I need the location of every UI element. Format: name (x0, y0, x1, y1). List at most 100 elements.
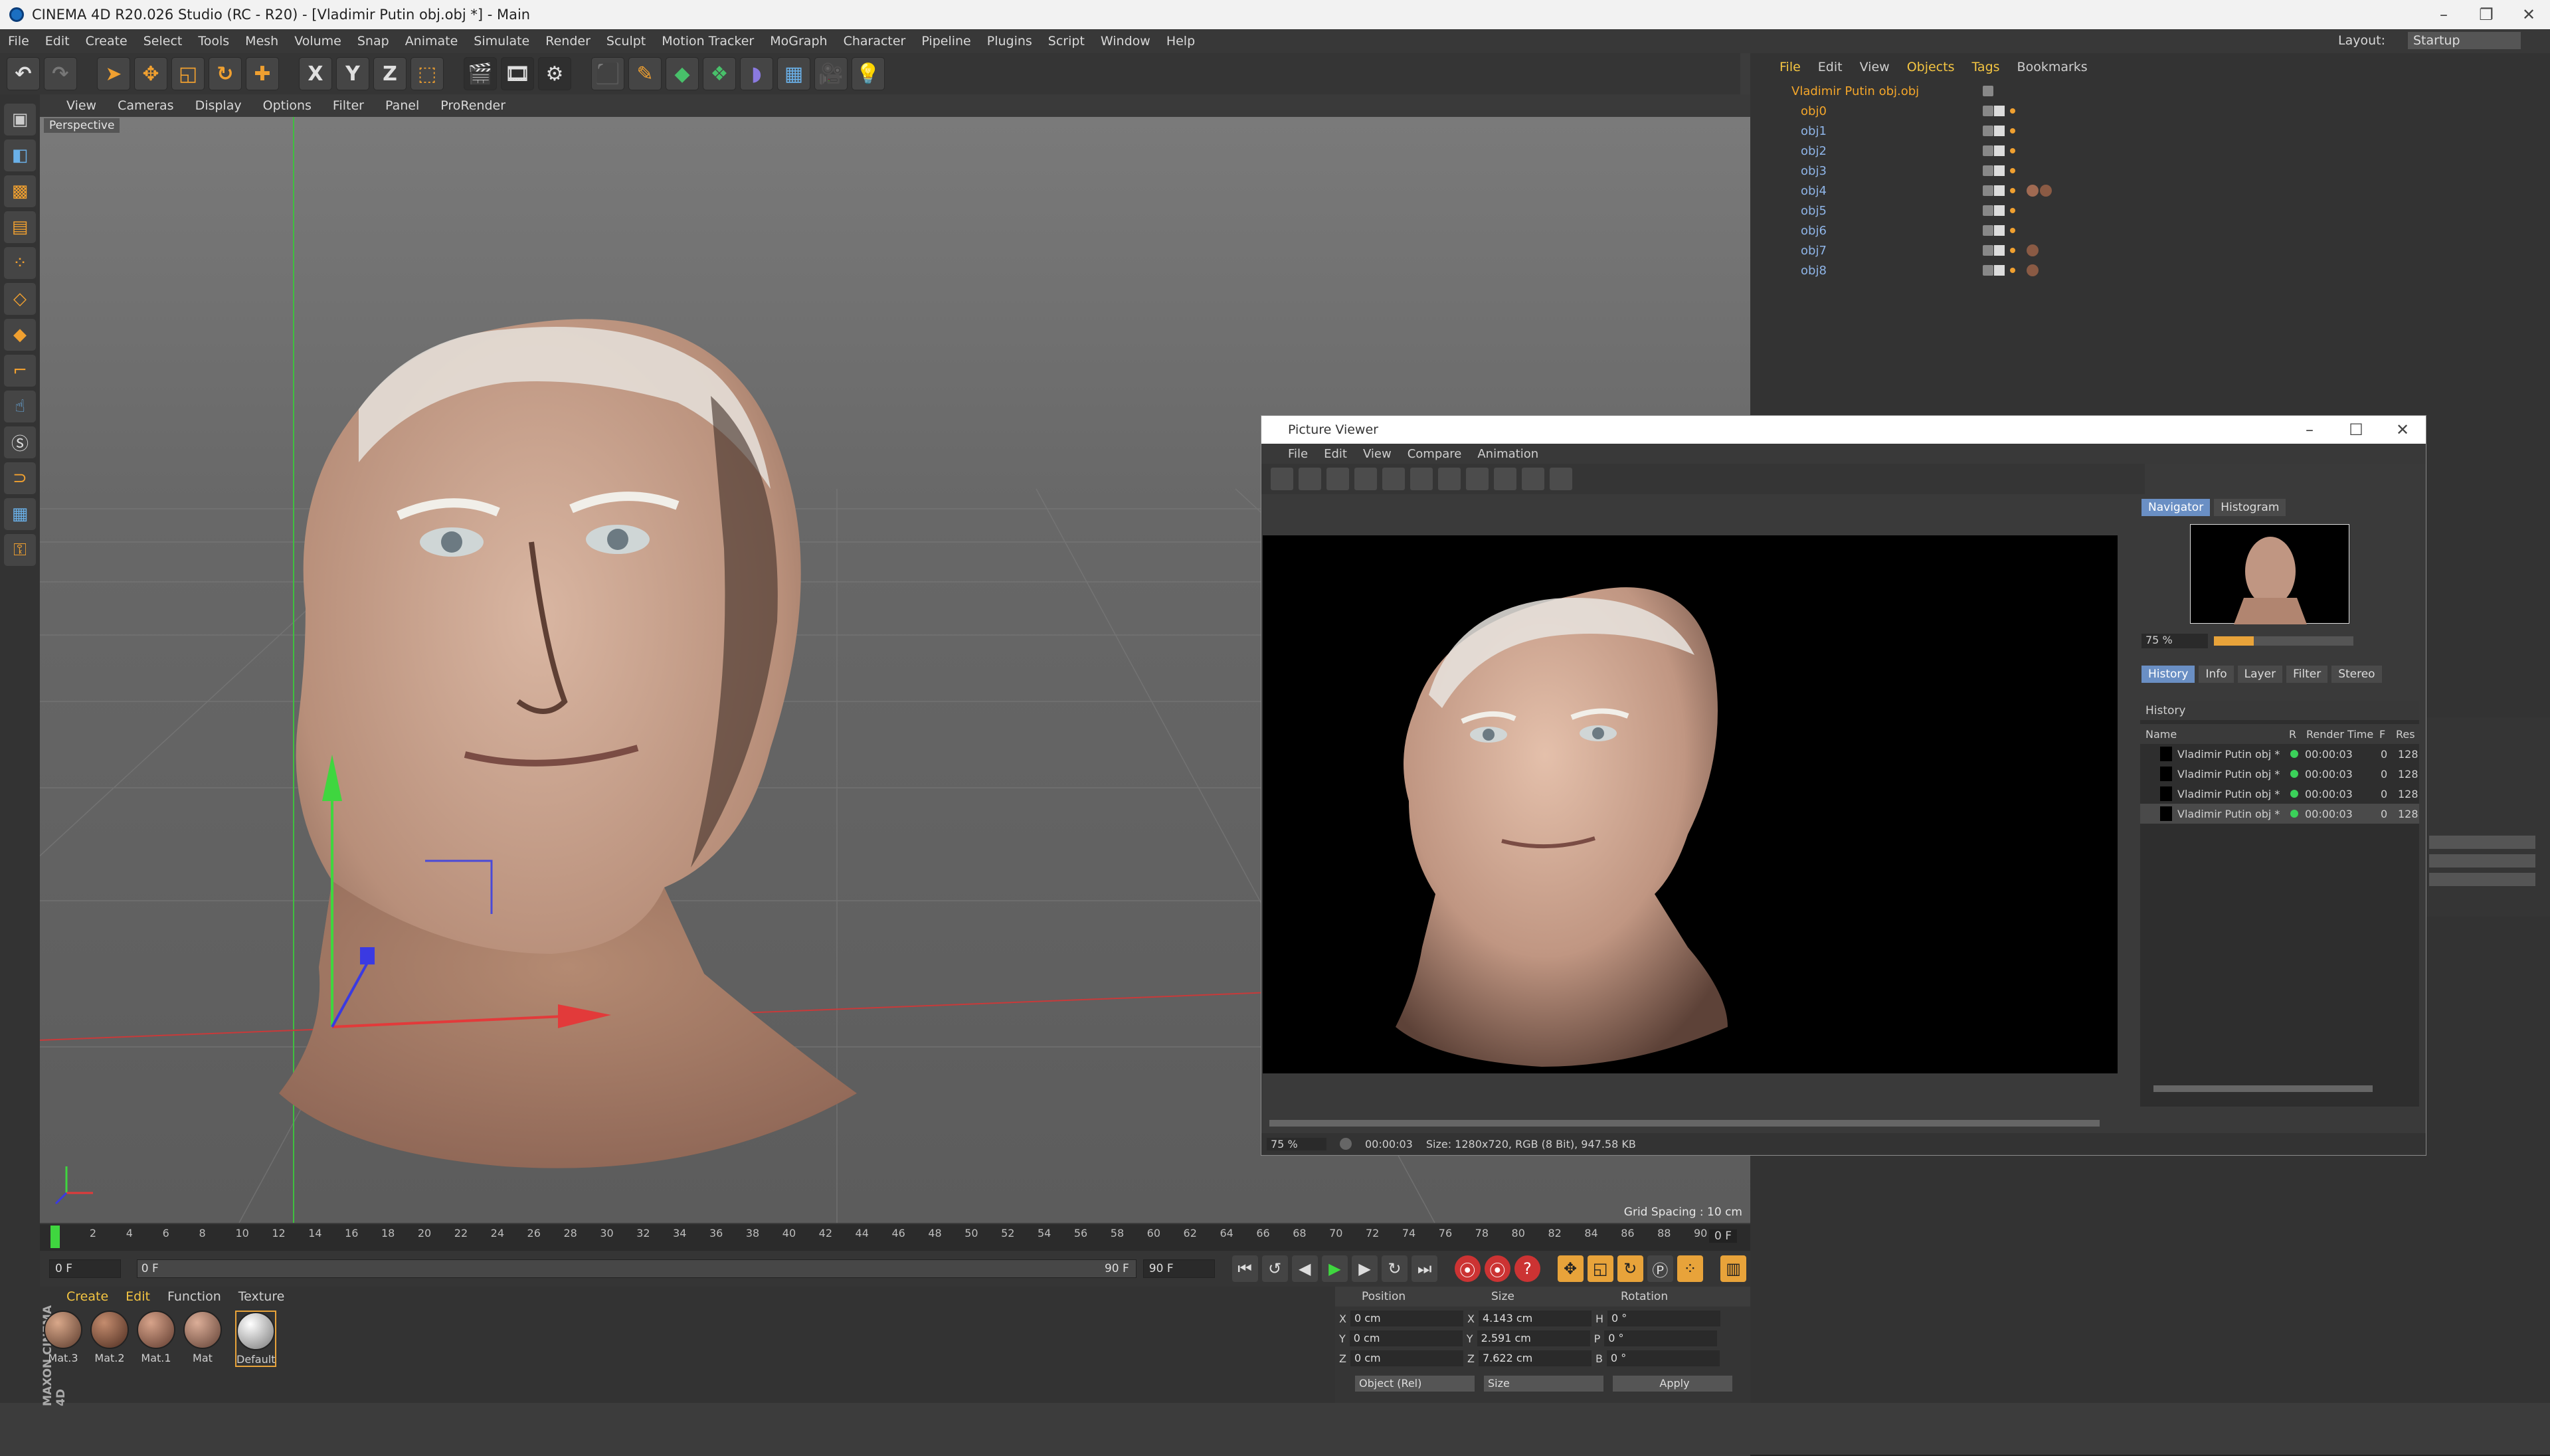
render-settings-icon[interactable]: ⚙ (538, 57, 571, 90)
rotation-b-field[interactable]: 0 ° (1606, 1350, 1720, 1366)
axis-mode-icon[interactable]: ⌐ (4, 355, 36, 387)
object-row[interactable]: obj2 (1750, 141, 2537, 161)
vp-menu-display[interactable]: Display (195, 98, 242, 113)
timeline-window-icon[interactable]: ▥ (1720, 1255, 1747, 1282)
pv-menu-compare[interactable]: Compare (1408, 447, 1462, 461)
position-z-field[interactable]: 0 cm (1350, 1350, 1463, 1366)
floor-icon[interactable]: ▦ (777, 57, 810, 90)
pv-menu-file[interactable]: File (1288, 447, 1308, 461)
mat-menu-create[interactable]: Create (66, 1289, 108, 1304)
menu-pipeline[interactable]: Pipeline (921, 34, 970, 48)
undo-icon[interactable]: ↶ (7, 57, 40, 90)
vp-menu-prorender[interactable]: ProRender (440, 98, 505, 113)
coordinate-system-icon[interactable]: ⬚ (410, 57, 444, 90)
tab-layer[interactable]: Layer (2237, 666, 2283, 683)
tab-stereo[interactable]: Stereo (2331, 666, 2382, 683)
menu-motion-tracker[interactable]: Motion Tracker (662, 34, 754, 48)
grid-icon[interactable]: ▦ (4, 498, 36, 530)
channel-icon[interactable] (1550, 468, 1572, 490)
close-icon[interactable]: ✕ (2507, 0, 2550, 29)
tab-filter[interactable]: Filter (2286, 666, 2328, 683)
timeline-ruler[interactable]: 0246810121416182022242628303234363840424… (40, 1224, 1750, 1251)
menu-window[interactable]: Window (1101, 34, 1150, 48)
minimize-icon[interactable]: – (2422, 0, 2465, 29)
camera-icon[interactable]: 🎥 (814, 57, 848, 90)
mat-menu-function[interactable]: Function (167, 1289, 221, 1304)
workplane-icon[interactable]: ▤ (4, 211, 36, 243)
coordinate-mode-dropdown[interactable]: Object (Rel) (1355, 1376, 1475, 1392)
apply-button[interactable]: Apply (1613, 1376, 1732, 1392)
rotation-p-field[interactable]: 0 ° (1604, 1330, 1718, 1346)
subdivision-icon[interactable]: ◆ (666, 57, 699, 90)
menu-help[interactable]: Help (1166, 34, 1195, 48)
object-row-root[interactable]: Vladimir Putin obj.obj (1750, 81, 2537, 101)
texture-mode-icon[interactable]: ▩ (4, 175, 36, 207)
next-frame-icon[interactable]: ▶ (1351, 1255, 1378, 1282)
compare-ab-icon[interactable] (1494, 468, 1516, 490)
status-zoom-field[interactable]: 75 % (1267, 1137, 1326, 1150)
menu-mograph[interactable]: MoGraph (770, 34, 827, 48)
size-mode-dropdown[interactable]: Size (1484, 1376, 1603, 1392)
size-y-field[interactable]: 2.591 cm (1477, 1330, 1590, 1346)
tweak-mode-icon[interactable]: ☝ (4, 391, 36, 422)
pen-spline-icon[interactable]: ✎ (628, 57, 662, 90)
parameter-key-icon[interactable]: Ⓟ (1647, 1255, 1673, 1282)
attr-field[interactable] (2429, 854, 2535, 867)
z-axis-lock-button[interactable]: Z (373, 57, 407, 90)
stop-render-icon[interactable] (1382, 468, 1405, 490)
position-x-field[interactable]: 0 cm (1350, 1311, 1463, 1326)
size-z-field[interactable]: 7.622 cm (1478, 1350, 1592, 1366)
move-tool-icon[interactable]: ✥ (134, 57, 167, 90)
render-region-icon[interactable] (1410, 468, 1433, 490)
light-icon[interactable]: 💡 (852, 57, 885, 90)
menu-volume[interactable]: Volume (294, 34, 341, 48)
start-frame-field[interactable]: 0 F (49, 1259, 121, 1278)
rotation-key-icon[interactable]: ↻ (1617, 1255, 1643, 1282)
obj-menu-file[interactable]: File (1779, 60, 1801, 74)
menu-simulate[interactable]: Simulate (474, 34, 529, 48)
menu-file[interactable]: File (8, 34, 29, 48)
history-scrollbar[interactable] (2153, 1085, 2373, 1092)
menu-animate[interactable]: Animate (405, 34, 458, 48)
attr-field[interactable] (2429, 873, 2535, 886)
menu-create[interactable]: Create (86, 34, 128, 48)
obj-menu-edit[interactable]: Edit (1818, 60, 1843, 74)
render-hscrollbar[interactable] (1269, 1120, 2100, 1127)
snapping-icon[interactable]: Ⓢ (4, 426, 36, 458)
set-b-icon[interactable] (1466, 468, 1489, 490)
live-select-icon[interactable]: ✚ (246, 57, 279, 90)
object-row[interactable]: obj6 (1750, 221, 2537, 240)
object-row[interactable]: obj7 (1750, 240, 2537, 260)
attr-field[interactable] (2429, 836, 2535, 849)
obj-menu-bookmarks[interactable]: Bookmarks (2017, 60, 2088, 74)
object-row[interactable]: obj1 (1750, 121, 2537, 141)
timeline-range-slider[interactable]: 0 F 90 F (136, 1259, 1137, 1278)
lock-workplane-icon[interactable]: ⚿ (4, 534, 36, 566)
vp-menu-view[interactable]: View (66, 98, 96, 113)
scale-key-icon[interactable]: ◱ (1587, 1255, 1613, 1282)
tab-history[interactable]: History (2141, 666, 2195, 683)
vp-menu-cameras[interactable]: Cameras (118, 98, 173, 113)
object-row[interactable]: obj5 (1750, 201, 2537, 221)
position-key-icon[interactable]: ✥ (1557, 1255, 1584, 1282)
next-key-icon[interactable]: ↻ (1381, 1255, 1408, 1282)
open-file-icon[interactable] (1271, 468, 1293, 490)
go-to-start-icon[interactable]: ⏮ (1231, 1255, 1258, 1282)
obj-menu-tags[interactable]: Tags (1971, 60, 1999, 74)
magnet-icon[interactable]: ⊃ (4, 462, 36, 494)
pv-close-icon[interactable]: ✕ (2379, 416, 2426, 444)
menu-select[interactable]: Select (143, 34, 183, 48)
pv-menu-animation[interactable]: Animation (1477, 447, 1538, 461)
menu-edit[interactable]: Edit (45, 34, 70, 48)
object-row[interactable]: obj8 (1750, 260, 2537, 280)
end-frame-field[interactable]: 90 F (1142, 1259, 1215, 1278)
model-mode-icon[interactable]: ◧ (4, 139, 36, 171)
menu-plugins[interactable]: Plugins (987, 34, 1032, 48)
menu-snap[interactable]: Snap (357, 34, 389, 48)
scale-tool-icon[interactable]: ◱ (171, 57, 205, 90)
previous-frame-icon[interactable]: ◀ (1291, 1255, 1318, 1282)
menu-character[interactable]: Character (844, 34, 906, 48)
history-row-selected[interactable]: Vladimir Putin obj * 00:00:03 0 128 (2140, 804, 2419, 824)
navigator-zoom-field[interactable]: 75 % (2141, 634, 2208, 648)
obj-menu-objects[interactable]: Objects (1907, 60, 1955, 74)
